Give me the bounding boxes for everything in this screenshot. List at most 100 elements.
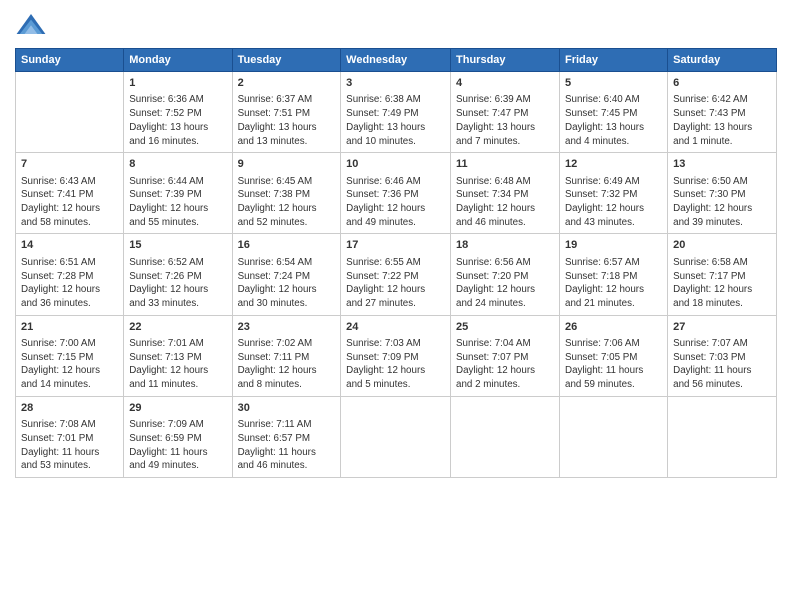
col-header-saturday: Saturday [668, 49, 777, 72]
date-number: 1 [129, 76, 226, 91]
calendar-table: SundayMondayTuesdayWednesdayThursdayFrid… [15, 48, 777, 478]
cell-info: Sunrise: 7:02 AM Sunset: 7:11 PM Dayligh… [238, 337, 336, 392]
cell-info: Sunrise: 6:49 AM Sunset: 7:32 PM Dayligh… [565, 175, 662, 230]
calendar-cell: 12 Sunrise: 6:49 AM Sunset: 7:32 PM Dayli… [560, 153, 668, 234]
cell-info: Sunrise: 6:55 AM Sunset: 7:22 PM Dayligh… [346, 256, 445, 311]
cell-info: Sunrise: 6:37 AM Sunset: 7:51 PM Dayligh… [238, 93, 336, 148]
calendar-cell: 7Sunrise: 6:43 AM Sunset: 7:41 PM Daylig… [16, 153, 124, 234]
calendar-cell: 29 Sunrise: 7:09 AM Sunset: 6:59 PM Dayli… [124, 396, 232, 477]
calendar-cell: 27 Sunrise: 7:07 AM Sunset: 7:03 PM Dayli… [668, 315, 777, 396]
cell-info: Sunrise: 6:39 AM Sunset: 7:47 PM Dayligh… [456, 93, 554, 148]
date-number: 7 [21, 157, 118, 172]
calendar-cell: 4 Sunrise: 6:39 AM Sunset: 7:47 PM Daylig… [451, 72, 560, 153]
cell-info: Sunrise: 7:08 AM Sunset: 7:01 PM Dayligh… [21, 418, 118, 473]
calendar-week-1: 1 Sunrise: 6:36 AM Sunset: 7:52 PM Daylig… [16, 72, 777, 153]
calendar-cell: 22Sunrise: 7:01 AM Sunset: 7:13 PM Dayli… [124, 315, 232, 396]
cell-info: Sunrise: 6:38 AM Sunset: 7:49 PM Dayligh… [346, 93, 445, 148]
calendar-week-3: 14Sunrise: 6:51 AM Sunset: 7:28 PM Dayli… [16, 234, 777, 315]
col-header-thursday: Thursday [451, 49, 560, 72]
calendar-cell: 30 Sunrise: 7:11 AM Sunset: 6:57 PM Dayli… [232, 396, 341, 477]
cell-info: Sunrise: 6:52 AM Sunset: 7:26 PM Dayligh… [129, 256, 226, 311]
date-number: 10 [346, 157, 445, 172]
calendar-cell: 14Sunrise: 6:51 AM Sunset: 7:28 PM Dayli… [16, 234, 124, 315]
page-container: SundayMondayTuesdayWednesdayThursdayFrid… [0, 0, 792, 488]
date-number: 12 [565, 157, 662, 172]
calendar-cell: 8 Sunrise: 6:44 AM Sunset: 7:39 PM Daylig… [124, 153, 232, 234]
date-number: 25 [456, 320, 554, 335]
col-header-tuesday: Tuesday [232, 49, 341, 72]
calendar-cell [668, 396, 777, 477]
cell-info: Sunrise: 7:04 AM Sunset: 7:07 PM Dayligh… [456, 337, 554, 392]
date-number: 9 [238, 157, 336, 172]
cell-info: Sunrise: 6:42 AM Sunset: 7:43 PM Dayligh… [673, 93, 771, 148]
calendar-cell: 20 Sunrise: 6:58 AM Sunset: 7:17 PM Dayli… [668, 234, 777, 315]
calendar-cell: 11 Sunrise: 6:48 AM Sunset: 7:34 PM Dayli… [451, 153, 560, 234]
date-number: 15 [129, 238, 226, 253]
calendar-cell: 2 Sunrise: 6:37 AM Sunset: 7:51 PM Daylig… [232, 72, 341, 153]
cell-info: Sunrise: 6:57 AM Sunset: 7:18 PM Dayligh… [565, 256, 662, 311]
cell-info: Sunrise: 6:56 AM Sunset: 7:20 PM Dayligh… [456, 256, 554, 311]
col-header-monday: Monday [124, 49, 232, 72]
col-header-wednesday: Wednesday [341, 49, 451, 72]
calendar-cell [560, 396, 668, 477]
date-number: 18 [456, 238, 554, 253]
cell-info: Sunrise: 7:06 AM Sunset: 7:05 PM Dayligh… [565, 337, 662, 392]
cell-info: Sunrise: 7:09 AM Sunset: 6:59 PM Dayligh… [129, 418, 226, 473]
date-number: 27 [673, 320, 771, 335]
cell-info: Sunrise: 6:36 AM Sunset: 7:52 PM Dayligh… [129, 93, 226, 148]
cell-info: Sunrise: 7:07 AM Sunset: 7:03 PM Dayligh… [673, 337, 771, 392]
logo-icon [15, 10, 47, 42]
calendar-cell: 18 Sunrise: 6:56 AM Sunset: 7:20 PM Dayli… [451, 234, 560, 315]
date-number: 29 [129, 401, 226, 416]
date-number: 16 [238, 238, 336, 253]
cell-info: Sunrise: 6:45 AM Sunset: 7:38 PM Dayligh… [238, 175, 336, 230]
date-number: 17 [346, 238, 445, 253]
date-number: 5 [565, 76, 662, 91]
calendar-cell: 16 Sunrise: 6:54 AM Sunset: 7:24 PM Dayli… [232, 234, 341, 315]
calendar-header: SundayMondayTuesdayWednesdayThursdayFrid… [16, 49, 777, 72]
calendar-cell: 13 Sunrise: 6:50 AM Sunset: 7:30 PM Dayli… [668, 153, 777, 234]
calendar-cell: 25 Sunrise: 7:04 AM Sunset: 7:07 PM Dayli… [451, 315, 560, 396]
header-row: SundayMondayTuesdayWednesdayThursdayFrid… [16, 49, 777, 72]
cell-info: Sunrise: 6:54 AM Sunset: 7:24 PM Dayligh… [238, 256, 336, 311]
date-number: 4 [456, 76, 554, 91]
date-number: 23 [238, 320, 336, 335]
date-number: 28 [21, 401, 118, 416]
col-header-sunday: Sunday [16, 49, 124, 72]
date-number: 2 [238, 76, 336, 91]
cell-info: Sunrise: 7:00 AM Sunset: 7:15 PM Dayligh… [21, 337, 118, 392]
calendar-cell: 3Sunrise: 6:38 AM Sunset: 7:49 PM Daylig… [341, 72, 451, 153]
calendar-body: 1 Sunrise: 6:36 AM Sunset: 7:52 PM Daylig… [16, 72, 777, 478]
date-number: 20 [673, 238, 771, 253]
date-number: 30 [238, 401, 336, 416]
cell-info: Sunrise: 7:11 AM Sunset: 6:57 PM Dayligh… [238, 418, 336, 473]
calendar-cell: 6 Sunrise: 6:42 AM Sunset: 7:43 PM Daylig… [668, 72, 777, 153]
calendar-week-2: 7Sunrise: 6:43 AM Sunset: 7:41 PM Daylig… [16, 153, 777, 234]
calendar-cell [341, 396, 451, 477]
calendar-week-5: 28 Sunrise: 7:08 AM Sunset: 7:01 PM Dayli… [16, 396, 777, 477]
calendar-cell: 26 Sunrise: 7:06 AM Sunset: 7:05 PM Dayli… [560, 315, 668, 396]
date-number: 26 [565, 320, 662, 335]
date-number: 21 [21, 320, 118, 335]
col-header-friday: Friday [560, 49, 668, 72]
calendar-cell: 28 Sunrise: 7:08 AM Sunset: 7:01 PM Dayli… [16, 396, 124, 477]
calendar-week-4: 21 Sunrise: 7:00 AM Sunset: 7:15 PM Dayli… [16, 315, 777, 396]
cell-info: Sunrise: 6:48 AM Sunset: 7:34 PM Dayligh… [456, 175, 554, 230]
date-number: 22 [129, 320, 226, 335]
cell-info: Sunrise: 6:58 AM Sunset: 7:17 PM Dayligh… [673, 256, 771, 311]
date-number: 6 [673, 76, 771, 91]
date-number: 14 [21, 238, 118, 253]
calendar-cell: 21 Sunrise: 7:00 AM Sunset: 7:15 PM Dayli… [16, 315, 124, 396]
date-number: 19 [565, 238, 662, 253]
cell-info: Sunrise: 6:44 AM Sunset: 7:39 PM Dayligh… [129, 175, 226, 230]
calendar-cell [16, 72, 124, 153]
calendar-cell: 17 Sunrise: 6:55 AM Sunset: 7:22 PM Dayli… [341, 234, 451, 315]
date-number: 11 [456, 157, 554, 172]
calendar-cell: 24Sunrise: 7:03 AM Sunset: 7:09 PM Dayli… [341, 315, 451, 396]
calendar-cell: 5 Sunrise: 6:40 AM Sunset: 7:45 PM Daylig… [560, 72, 668, 153]
date-number: 13 [673, 157, 771, 172]
cell-info: Sunrise: 6:50 AM Sunset: 7:30 PM Dayligh… [673, 175, 771, 230]
cell-info: Sunrise: 6:40 AM Sunset: 7:45 PM Dayligh… [565, 93, 662, 148]
calendar-cell [451, 396, 560, 477]
date-number: 8 [129, 157, 226, 172]
